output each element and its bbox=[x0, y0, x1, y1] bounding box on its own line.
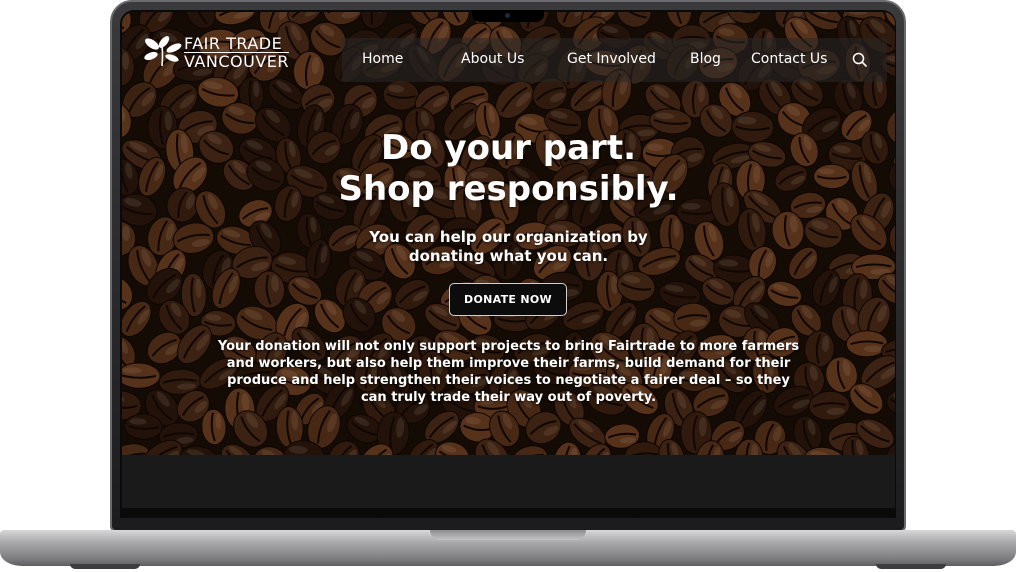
trackpad-lip bbox=[430, 530, 586, 540]
hero-body-text: Your donation will not only support proj… bbox=[217, 339, 800, 405]
leaf-icon bbox=[144, 36, 182, 67]
nav-item-about-us[interactable]: About Us bbox=[461, 51, 524, 67]
camera-icon bbox=[505, 13, 510, 18]
footer-band bbox=[122, 455, 895, 508]
nav-item-contact-us[interactable]: Contact Us bbox=[751, 51, 827, 67]
nav-item-get-involved[interactable]: Get Involved bbox=[567, 51, 656, 67]
subhead-line-2: donating what you can. bbox=[408, 247, 609, 265]
hero-section: FAIR TRADE VANCOUVER Home About Us Get I… bbox=[122, 12, 895, 455]
search-icon[interactable] bbox=[852, 52, 868, 68]
site-logo[interactable]: FAIR TRADE VANCOUVER bbox=[142, 32, 292, 72]
subhead-line-1: You can help our organization by bbox=[369, 228, 648, 246]
logo-text-line1: FAIR TRADE bbox=[184, 34, 283, 53]
main-navigation: Home About Us Get Involved Blog Contact … bbox=[342, 38, 887, 82]
headline-line-1: Do your part. bbox=[381, 128, 636, 168]
website-screen: FAIR TRADE VANCOUVER Home About Us Get I… bbox=[122, 12, 895, 508]
laptop-foot-left bbox=[70, 564, 140, 569]
hero-headline: Do your part. Shop responsibly. bbox=[122, 128, 895, 210]
donate-now-button[interactable]: DONATE NOW bbox=[449, 283, 567, 316]
laptop-foot-right bbox=[876, 564, 946, 569]
hero-subheading: You can help our organization by donatin… bbox=[122, 228, 895, 266]
headline-line-2: Shop responsibly. bbox=[338, 169, 679, 209]
nav-item-blog[interactable]: Blog bbox=[690, 51, 721, 67]
nav-item-home[interactable]: Home bbox=[362, 51, 403, 67]
logo-text-line2: VANCOUVER bbox=[184, 52, 289, 71]
